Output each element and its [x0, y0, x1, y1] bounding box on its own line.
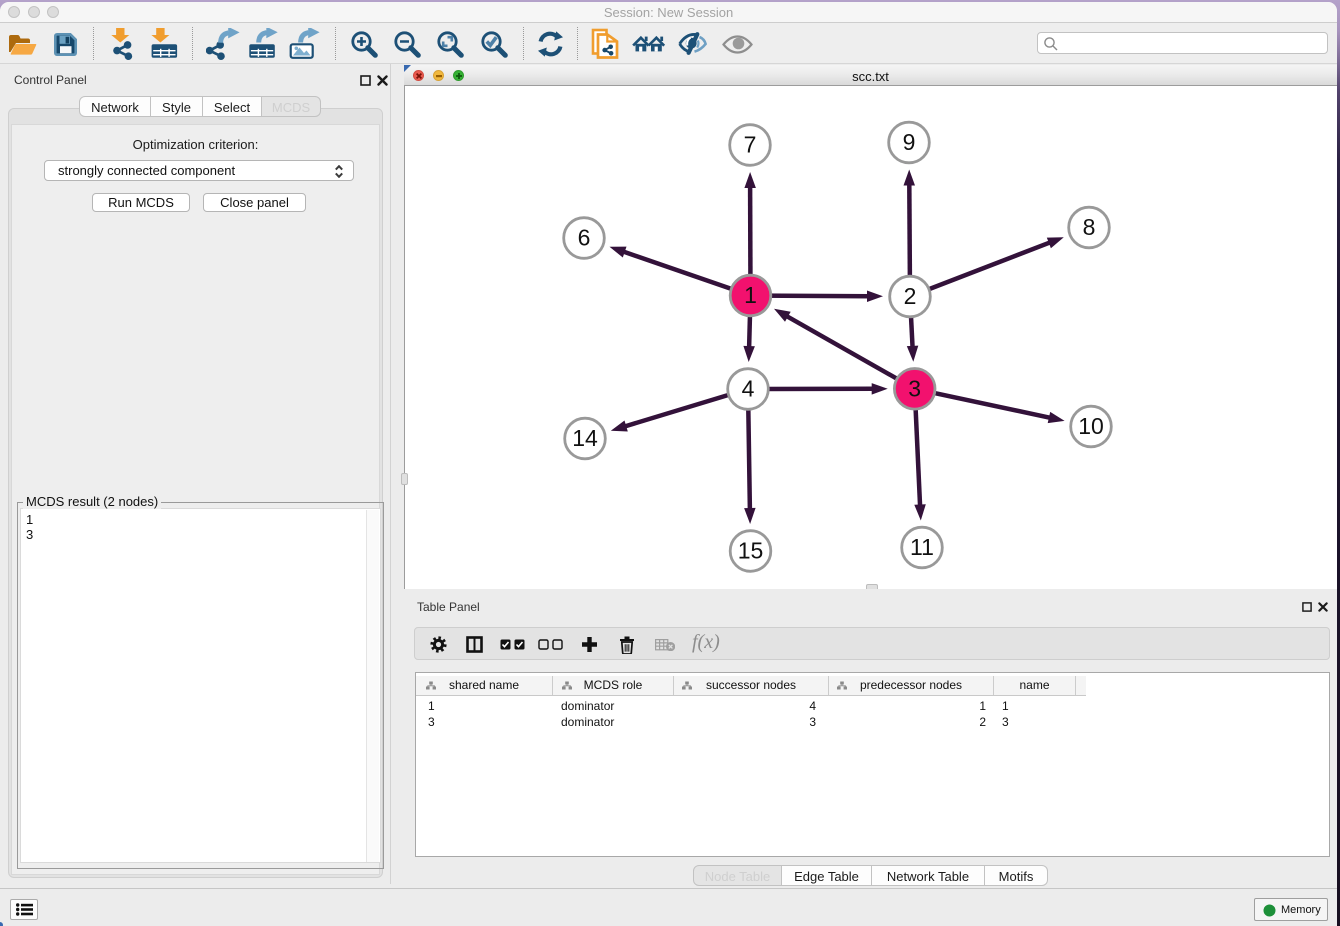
svg-text:14: 14 [572, 425, 598, 451]
svg-text:4: 4 [742, 376, 755, 402]
svg-text:3: 3 [908, 375, 921, 401]
svg-text:1: 1 [744, 282, 757, 308]
svg-text:7: 7 [744, 132, 757, 158]
svg-text:6: 6 [578, 225, 591, 251]
svg-text:9: 9 [903, 129, 916, 155]
svg-text:2: 2 [904, 283, 917, 309]
svg-text:15: 15 [738, 538, 764, 564]
svg-text:11: 11 [910, 534, 934, 560]
svg-text:10: 10 [1078, 413, 1104, 439]
svg-text:8: 8 [1083, 214, 1096, 240]
